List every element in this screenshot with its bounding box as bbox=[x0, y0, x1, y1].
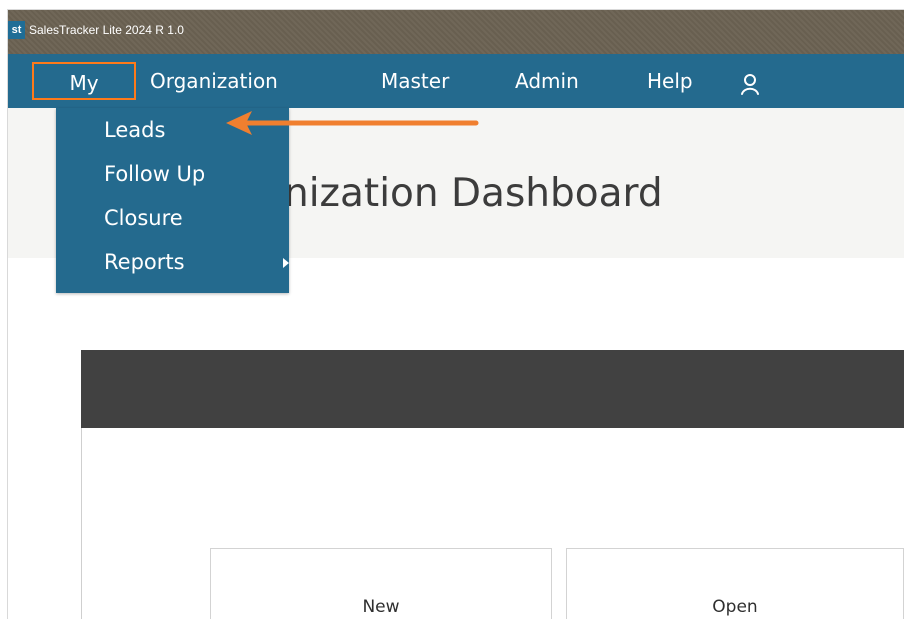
menu-bar: My Organization Master Admin Help bbox=[8, 54, 904, 108]
app-icon: st bbox=[8, 21, 25, 39]
open-status-card[interactable]: Open bbox=[566, 548, 904, 619]
user-icon[interactable] bbox=[738, 72, 762, 96]
dashboard-panel-header bbox=[81, 350, 904, 428]
dropdown-item-reports-label: Reports bbox=[104, 250, 185, 274]
page-title: nization Dashboard bbox=[284, 171, 663, 216]
menu-my[interactable]: My bbox=[32, 62, 136, 100]
open-status-label: Open bbox=[712, 597, 758, 617]
menu-organization[interactable]: Organization bbox=[150, 62, 278, 100]
menu-admin[interactable]: Admin bbox=[515, 62, 579, 100]
app-window: st SalesTracker Lite 2024 R 1.0 My Organ… bbox=[8, 10, 904, 619]
dropdown-item-closure[interactable]: Closure bbox=[104, 196, 183, 240]
dropdown-item-reports[interactable]: Reports bbox=[104, 240, 289, 284]
menu-help[interactable]: Help bbox=[647, 62, 693, 100]
title-bar: st SalesTracker Lite 2024 R 1.0 bbox=[8, 10, 904, 54]
dropdown-item-leads[interactable]: Leads bbox=[104, 108, 165, 152]
new-status-card[interactable]: New bbox=[210, 548, 552, 619]
new-status-label: New bbox=[362, 597, 400, 617]
dropdown-item-follow-up[interactable]: Follow Up bbox=[104, 152, 205, 196]
annotation-arrow bbox=[226, 111, 479, 135]
chevron-right-icon bbox=[283, 258, 289, 268]
app-title: SalesTracker Lite 2024 R 1.0 bbox=[29, 23, 184, 37]
menu-master[interactable]: Master bbox=[381, 62, 449, 100]
